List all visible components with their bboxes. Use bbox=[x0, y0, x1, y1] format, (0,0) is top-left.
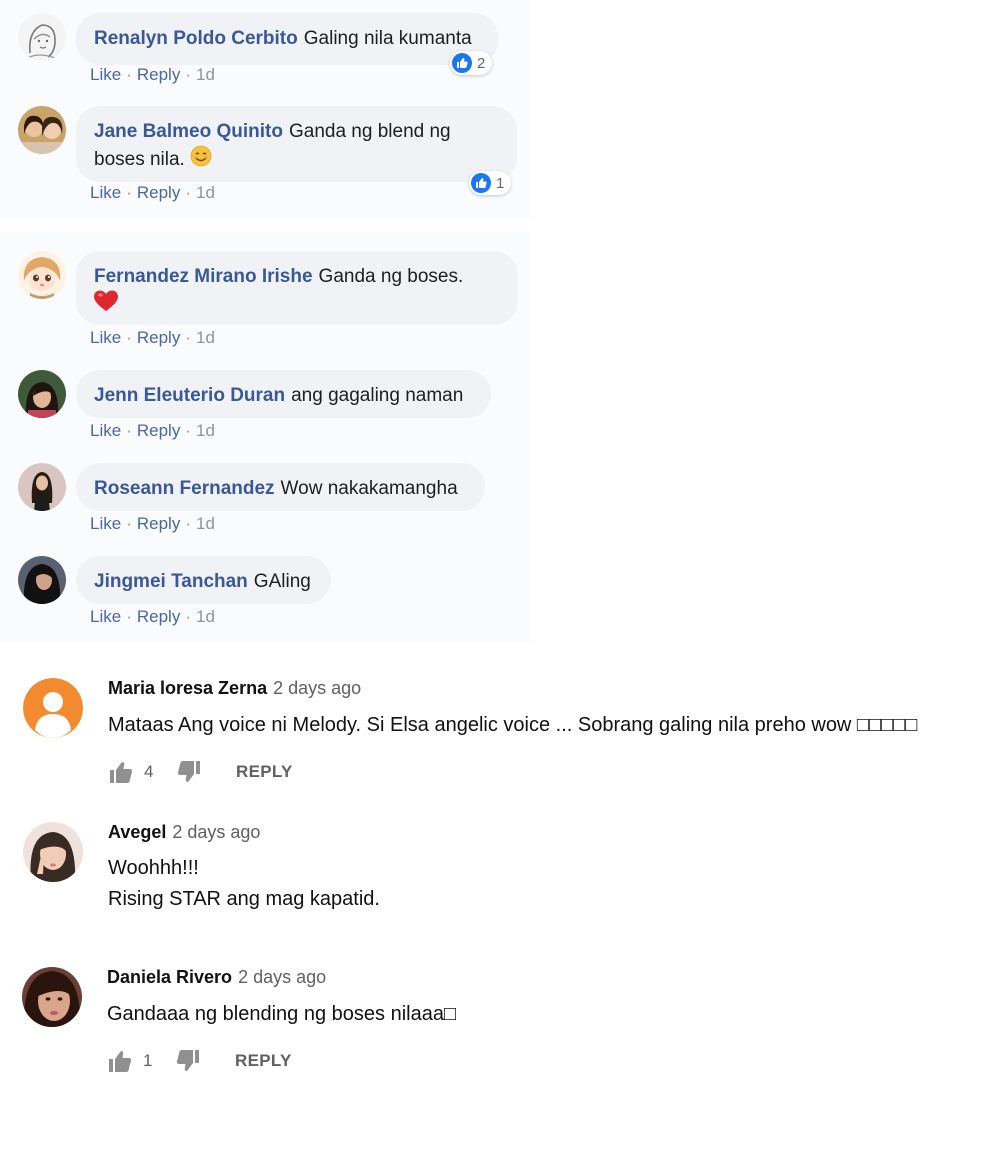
like-link[interactable]: Like bbox=[90, 421, 121, 440]
reply-link[interactable]: Reply bbox=[137, 607, 180, 626]
avatar[interactable] bbox=[18, 463, 66, 511]
author-name[interactable]: Maria loresa Zerna bbox=[108, 678, 267, 698]
comment-actions: 4 REPLY bbox=[108, 759, 293, 785]
reaction-count: 1 bbox=[496, 174, 505, 192]
timestamp[interactable]: 2 days ago bbox=[273, 678, 361, 698]
like-count: 1 bbox=[143, 1051, 153, 1070]
reaction-count-badge[interactable]: 1 bbox=[469, 171, 512, 195]
like-link[interactable]: Like bbox=[90, 328, 121, 347]
like-link[interactable]: Like bbox=[90, 65, 121, 84]
author-name[interactable]: Daniela Rivero bbox=[107, 967, 232, 987]
reply-link[interactable]: Reply bbox=[137, 421, 180, 440]
comment-actions: Like · Reply · 1d bbox=[90, 607, 215, 627]
separator: · bbox=[185, 65, 191, 84]
thumbs-down-icon[interactable] bbox=[175, 1048, 201, 1074]
separator: · bbox=[185, 514, 191, 533]
reply-link[interactable]: Reply bbox=[137, 65, 180, 84]
like-link[interactable]: Like bbox=[90, 514, 121, 533]
comment-bubble: Roseann Fernandez Wow nakakamangha bbox=[76, 463, 485, 511]
reply-link[interactable]: Reply bbox=[137, 328, 180, 347]
comment-actions: Like · Reply · 1d bbox=[90, 65, 215, 85]
comment-header: Avegel 2 days ago bbox=[108, 822, 260, 843]
comment-bubble: Jane Balmeo Quinito Ganda ng blend ng bos… bbox=[76, 106, 517, 182]
separator: · bbox=[126, 607, 132, 626]
reaction-count: 2 bbox=[477, 54, 486, 72]
timestamp[interactable]: 1d bbox=[196, 514, 215, 533]
separator: · bbox=[185, 421, 191, 440]
avatar[interactable] bbox=[23, 822, 83, 882]
comment-actions: Like · Reply · 1d bbox=[90, 514, 215, 534]
avatar[interactable] bbox=[22, 967, 82, 1027]
comment-text: Woohhh!!! bbox=[108, 857, 199, 879]
separator: · bbox=[185, 183, 191, 202]
separator: · bbox=[185, 328, 191, 347]
separator: · bbox=[126, 421, 132, 440]
comment-text-line2: boses nila. bbox=[94, 149, 185, 171]
reaction-count-badge[interactable]: 2 bbox=[450, 51, 493, 75]
timestamp[interactable]: 2 days ago bbox=[172, 822, 260, 842]
timestamp[interactable]: 1d bbox=[196, 183, 215, 202]
like-reaction-icon bbox=[471, 173, 491, 193]
like-reaction-icon bbox=[452, 53, 472, 73]
timestamp[interactable]: 2 days ago bbox=[238, 967, 326, 987]
reply-link[interactable]: Reply bbox=[137, 514, 180, 533]
comment-bubble: Jingmei Tanchan GAling bbox=[76, 556, 331, 604]
comment-text: Ganda ng blend ng bbox=[288, 121, 451, 142]
comment-bubble: Jenn Eleuterio Duran ang gagaling naman bbox=[76, 370, 491, 418]
reply-button[interactable]: REPLY bbox=[236, 762, 293, 782]
separator: · bbox=[126, 328, 132, 347]
comment-text: Galing nila kumanta bbox=[303, 28, 472, 49]
comment-actions: Like · Reply · 1d bbox=[90, 328, 215, 348]
comment-text: Mataas Ang voice ni Melody. Si Elsa ange… bbox=[108, 714, 918, 736]
separator: · bbox=[126, 65, 132, 84]
separator: · bbox=[126, 183, 132, 202]
commenter-name[interactable]: Fernandez Mirano Irishe bbox=[94, 266, 313, 287]
comment-bubble: Renalyn Poldo Cerbito Galing nila kumanta bbox=[76, 13, 498, 65]
separator: · bbox=[126, 514, 132, 533]
timestamp[interactable]: 1d bbox=[196, 328, 215, 347]
comment-actions: Like · Reply · 1d bbox=[90, 421, 215, 441]
thumbs-down-icon[interactable] bbox=[176, 759, 202, 785]
avatar[interactable] bbox=[18, 251, 66, 299]
comment-text: Wow nakakamangha bbox=[280, 478, 458, 499]
comment-header: Maria loresa Zerna 2 days ago bbox=[108, 678, 361, 699]
smiling-face-emoji bbox=[190, 145, 212, 175]
reply-link[interactable]: Reply bbox=[137, 183, 180, 202]
comment-text: Ganda ng boses. bbox=[318, 266, 464, 287]
commenter-name[interactable]: Jane Balmeo Quinito bbox=[94, 121, 283, 142]
thumbs-up-icon[interactable] bbox=[108, 759, 134, 785]
avatar[interactable] bbox=[23, 678, 83, 738]
avatar[interactable] bbox=[18, 13, 66, 61]
like-link[interactable]: Like bbox=[90, 607, 121, 626]
comment-actions: 1 REPLY bbox=[107, 1048, 292, 1074]
timestamp[interactable]: 1d bbox=[196, 421, 215, 440]
like-link[interactable]: Like bbox=[90, 183, 121, 202]
separator: · bbox=[185, 607, 191, 626]
avatar[interactable] bbox=[18, 106, 66, 154]
commenter-name[interactable]: Renalyn Poldo Cerbito bbox=[94, 28, 298, 49]
comment-text-line2: Rising STAR ang mag kapatid. bbox=[108, 888, 380, 910]
thumbs-up-icon[interactable] bbox=[107, 1048, 133, 1074]
comment-text: GAling bbox=[253, 571, 311, 592]
commenter-name[interactable]: Roseann Fernandez bbox=[94, 478, 275, 499]
commenter-name[interactable]: Jingmei Tanchan bbox=[94, 571, 248, 592]
avatar[interactable] bbox=[18, 370, 66, 418]
red-heart-emoji bbox=[94, 290, 118, 320]
timestamp[interactable]: 1d bbox=[196, 65, 215, 84]
comment-actions: Like · Reply · 1d bbox=[90, 183, 215, 203]
timestamp[interactable]: 1d bbox=[196, 607, 215, 626]
commenter-name[interactable]: Jenn Eleuterio Duran bbox=[94, 385, 285, 406]
comment-bubble: Fernandez Mirano Irishe Ganda ng boses. bbox=[76, 251, 518, 325]
avatar[interactable] bbox=[18, 556, 66, 604]
reply-button[interactable]: REPLY bbox=[235, 1051, 292, 1071]
comment-header: Daniela Rivero 2 days ago bbox=[107, 967, 326, 988]
comment-text: ang gagaling naman bbox=[291, 385, 464, 406]
comment-text: Gandaaa ng blending ng boses nilaaa□ bbox=[107, 1003, 457, 1025]
author-name[interactable]: Avegel bbox=[108, 822, 166, 842]
like-count: 4 bbox=[144, 762, 154, 781]
